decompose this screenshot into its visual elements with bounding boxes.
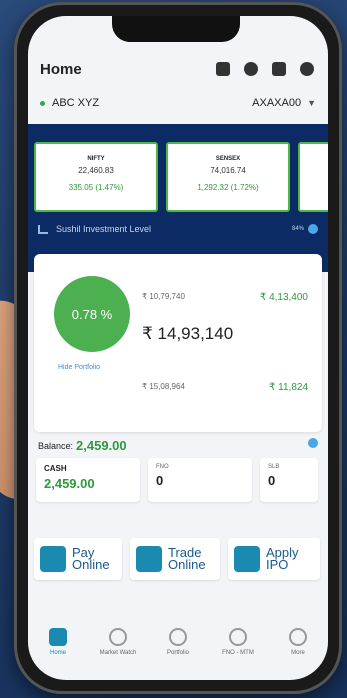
account-name: ABC XYZ xyxy=(52,97,100,109)
page-title: Home xyxy=(40,60,82,78)
bottom-nav: Home Market Watch Portfolio FNO - MTM Mo… xyxy=(28,620,328,680)
segment-value: 0 xyxy=(156,473,164,488)
timer-icon[interactable] xyxy=(244,62,258,76)
bar-chart-icon xyxy=(38,224,48,234)
portfolio-card: 0.78 % Hide Portfolio ₹ 10,79,740 ₹ 4,13… xyxy=(34,254,322,432)
index-name: SENSEX xyxy=(215,156,241,162)
account-code: AXAXA00 xyxy=(252,97,302,109)
ipo-icon xyxy=(234,546,260,572)
balance-section: Balance: 2,459.00 CASH 2,459.00 FNO 0 SL… xyxy=(28,434,328,530)
info-icon[interactable] xyxy=(308,438,318,448)
portfolio-icon xyxy=(169,628,187,646)
action-label: Trade Online xyxy=(168,545,206,572)
indices-panel: NIFTY 22,460.83 335.05 (1.47%) SENSEX 74… xyxy=(28,124,328,272)
trade-online-button[interactable]: Trade Online xyxy=(130,538,220,580)
nav-portfolio[interactable]: Portfolio xyxy=(150,628,206,656)
investment-label: Sushil Investment Level xyxy=(56,224,152,234)
nav-home[interactable]: Home xyxy=(30,628,86,656)
screen: Home ABC XYZ AXAXA00 ▼ NIFTY 22,460.83 3… xyxy=(28,16,328,680)
nav-label: More xyxy=(291,650,305,656)
fno-icon xyxy=(229,628,247,646)
nav-market-watch[interactable]: Market Watch xyxy=(90,628,146,656)
phone-frame: Home ABC XYZ AXAXA00 ▼ NIFTY 22,460.83 3… xyxy=(14,2,342,694)
account-row[interactable]: ABC XYZ AXAXA00 ▼ xyxy=(28,92,328,114)
nav-label: Market Watch xyxy=(99,650,137,656)
nav-label: Portfolio xyxy=(166,650,189,656)
segment-fno[interactable]: FNO 0 xyxy=(148,458,252,502)
index-value: 22,460.83 xyxy=(78,166,114,175)
index-card-partial[interactable] xyxy=(298,142,328,212)
investment-level[interactable]: Sushil Investment Level 84% xyxy=(38,224,318,234)
nav-more[interactable]: More xyxy=(270,628,326,656)
bell-icon[interactable] xyxy=(300,62,314,76)
status-dot xyxy=(40,100,45,106)
chat-icon[interactable] xyxy=(216,62,230,76)
watch-icon xyxy=(109,628,127,646)
chart-icon xyxy=(136,546,162,572)
hide-portfolio-link[interactable]: Hide Portfolio xyxy=(58,364,100,371)
investment-pct: 84% xyxy=(291,226,304,232)
segment-slb[interactable]: SLB 0 xyxy=(260,458,318,502)
segment-value: 2,459.00 xyxy=(44,476,95,491)
pay-online-button[interactable]: Pay Online xyxy=(34,538,122,580)
index-name: NIFTY xyxy=(87,156,105,162)
balance-label: Balance: xyxy=(38,440,74,451)
balance-row: Balance: 2,459.00 xyxy=(38,438,127,453)
current-value: ₹ 14,93,140 xyxy=(142,324,234,343)
balance-value: 2,459.00 xyxy=(76,438,127,453)
action-label: Pay Online xyxy=(72,545,110,572)
index-card-sensex[interactable]: SENSEX 74,016.74 1,292.32 (1.72%) xyxy=(166,142,290,212)
info-icon[interactable] xyxy=(308,224,318,234)
apply-ipo-button[interactable]: Apply IPO xyxy=(228,538,320,580)
previous-value: ₹ 15,08,964 xyxy=(142,382,185,391)
nav-fno-mtm[interactable]: FNO - MTM xyxy=(210,628,266,656)
index-value: 74,016.74 xyxy=(210,166,246,175)
invested-value: ₹ 10,79,740 xyxy=(142,292,185,301)
segment-label: CASH xyxy=(44,464,67,473)
day-gain: ₹ 11,824 xyxy=(269,382,308,393)
more-icon xyxy=(289,628,307,646)
segment-value: 0 xyxy=(268,473,276,488)
mail-icon[interactable] xyxy=(272,62,286,76)
quick-actions: Pay Online Trade Online Apply IPO xyxy=(28,538,328,590)
action-label: Apply IPO xyxy=(266,545,299,572)
nav-label: Home xyxy=(49,650,66,656)
index-change: 1,292.32 (1.72%) xyxy=(197,183,259,192)
total-gain: ₹ 4,13,400 xyxy=(259,292,308,303)
segment-cash[interactable]: CASH 2,459.00 xyxy=(36,458,140,502)
notch xyxy=(112,16,240,42)
top-bar: Home xyxy=(28,52,328,86)
index-card-nifty[interactable]: NIFTY 22,460.83 335.05 (1.47%) xyxy=(34,142,158,212)
nav-label: FNO - MTM xyxy=(222,650,254,656)
chevron-down-icon[interactable]: ▼ xyxy=(307,98,316,108)
index-cards: NIFTY 22,460.83 335.05 (1.47%) SENSEX 74… xyxy=(34,142,328,212)
segment-label: FNO xyxy=(156,464,169,470)
home-icon xyxy=(49,628,67,646)
segment-label: SLB xyxy=(268,464,280,470)
wallet-icon xyxy=(40,546,66,572)
index-change: 335.05 (1.47%) xyxy=(68,183,124,192)
portfolio-percent: 0.78 % xyxy=(54,276,130,352)
